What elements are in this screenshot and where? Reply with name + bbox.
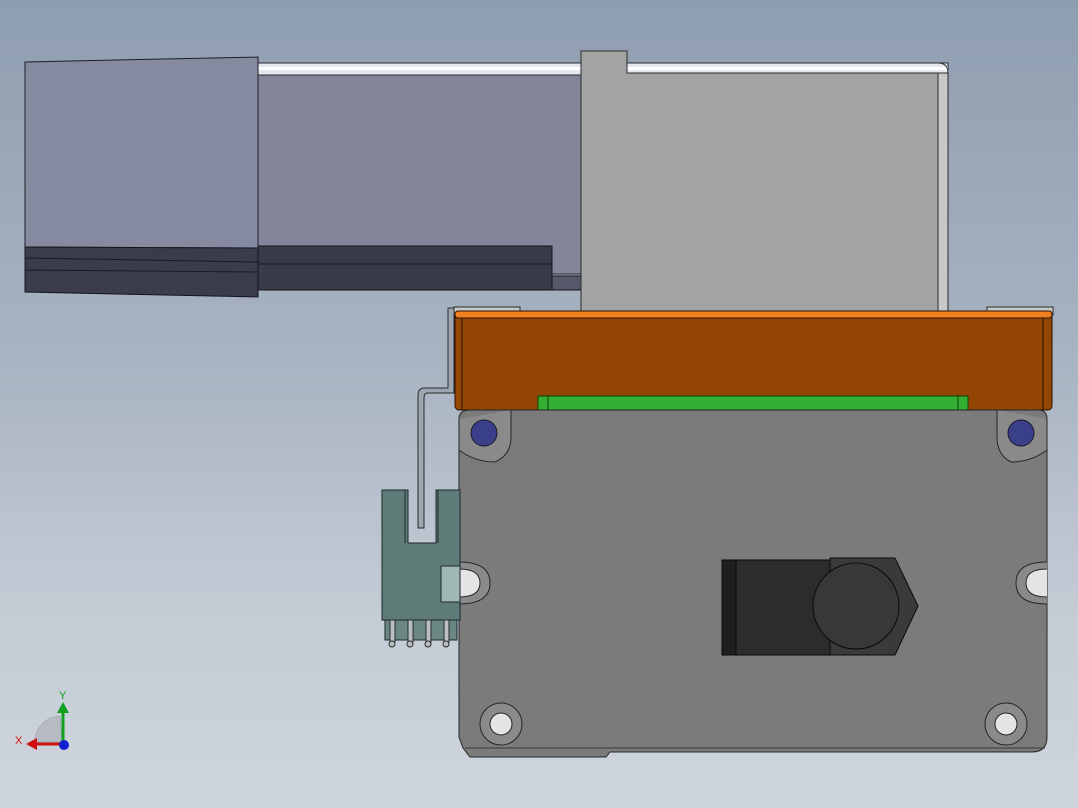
triad-plane (33, 715, 63, 743)
x-axis-arrow-icon (26, 738, 37, 750)
y-axis-arrow-icon (57, 702, 69, 713)
rail-end (551, 275, 583, 291)
motor-lower-rail (257, 245, 553, 291)
fitting-collar (721, 559, 737, 656)
carriage-block[interactable] (453, 306, 1054, 412)
carriage-body (454, 310, 1053, 411)
z-axis-dot-icon (59, 740, 69, 750)
pneumatic-fitting[interactable] (721, 557, 919, 656)
slider-cover-body (580, 50, 939, 313)
mount-hole-inner (489, 712, 513, 736)
model-canvas[interactable]: Y X (0, 0, 1078, 808)
motor-end-cap (24, 56, 259, 249)
sensor-lens (440, 565, 461, 603)
mount-hole-inner (994, 712, 1018, 736)
y-axis-label: Y (59, 690, 67, 702)
axis-triad[interactable]: Y X (15, 690, 69, 750)
slider-cover[interactable] (580, 50, 949, 313)
cad-viewport[interactable]: Y X (0, 0, 1078, 808)
carriage-top-edge (454, 310, 1053, 319)
slider-cover-side (937, 72, 949, 313)
screw-head-icon (470, 419, 498, 447)
x-axis-label: X (15, 735, 23, 747)
pcb-strip (537, 395, 969, 412)
screw-head-icon (1007, 419, 1035, 447)
motor-body-rear (257, 73, 583, 275)
fitting-face (812, 562, 900, 650)
